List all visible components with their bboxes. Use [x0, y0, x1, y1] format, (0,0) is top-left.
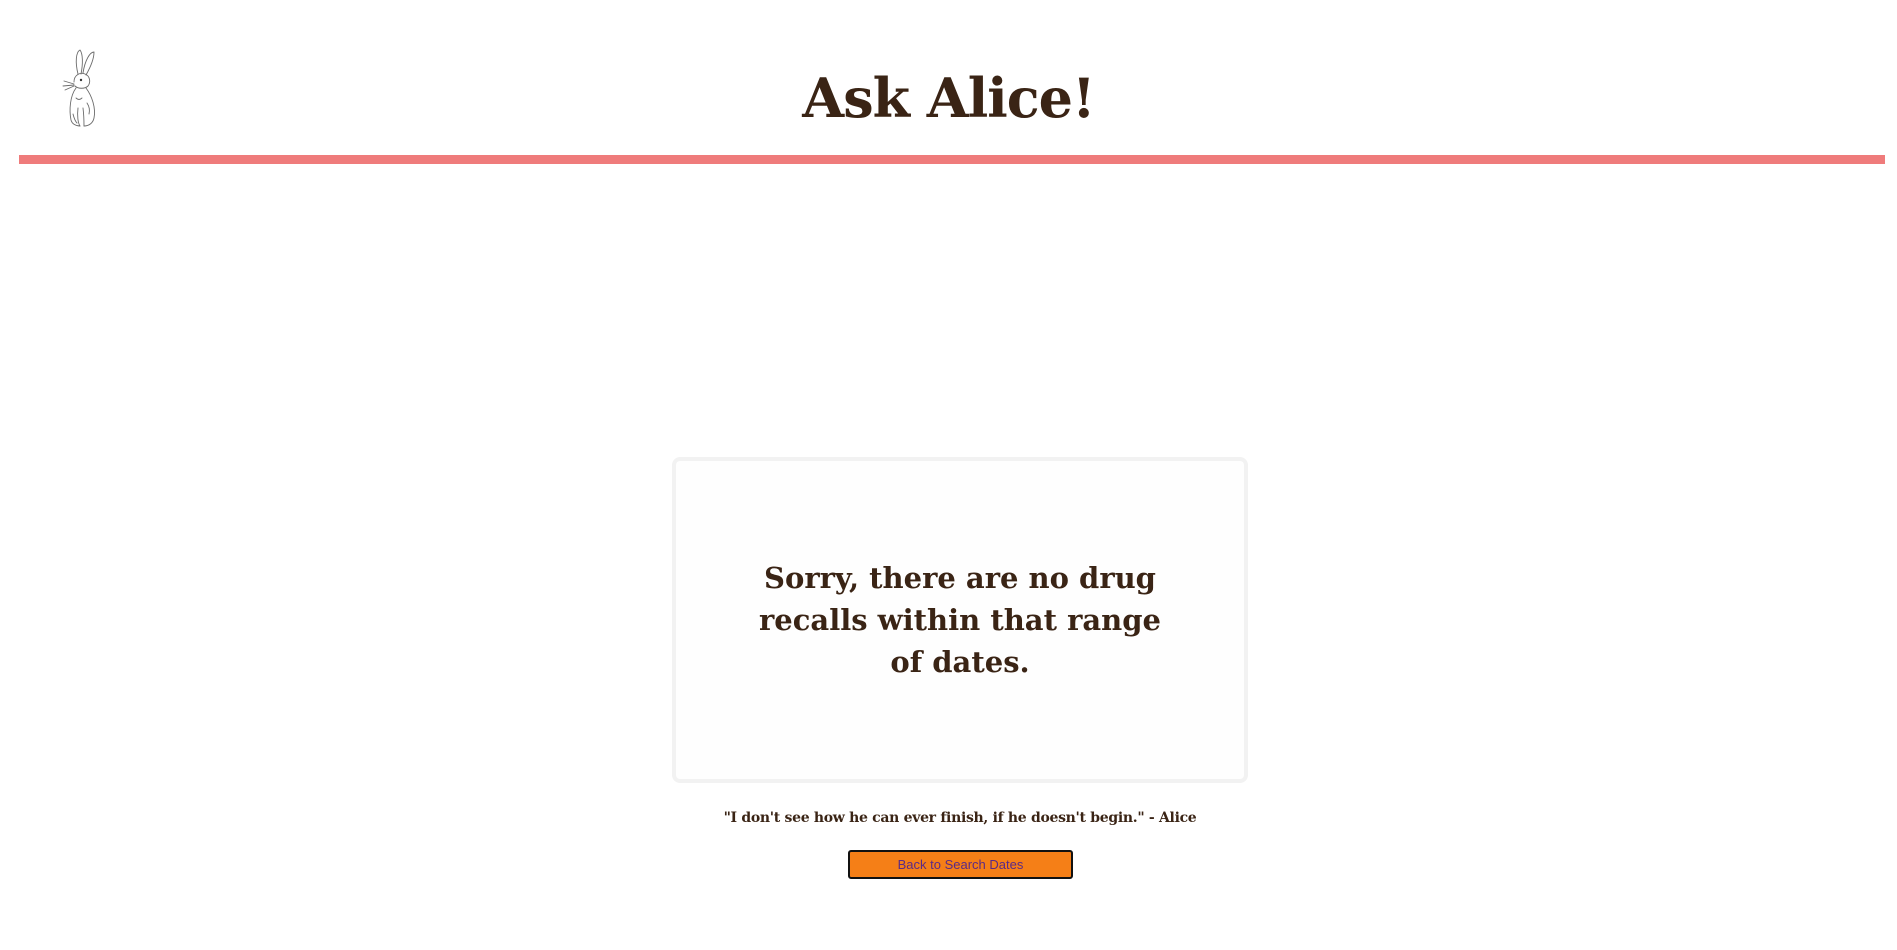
no-results-card: Sorry, there are no drug recalls within … — [672, 457, 1248, 783]
back-to-search-button[interactable]: Back to Search Dates — [848, 850, 1073, 879]
alice-quote: "I don't see how he can ever finish, if … — [723, 810, 1197, 826]
no-results-message: Sorry, there are no drug recalls within … — [759, 561, 1161, 679]
header-divider — [19, 155, 1885, 164]
site-title: Ask Alice! — [802, 66, 1095, 130]
